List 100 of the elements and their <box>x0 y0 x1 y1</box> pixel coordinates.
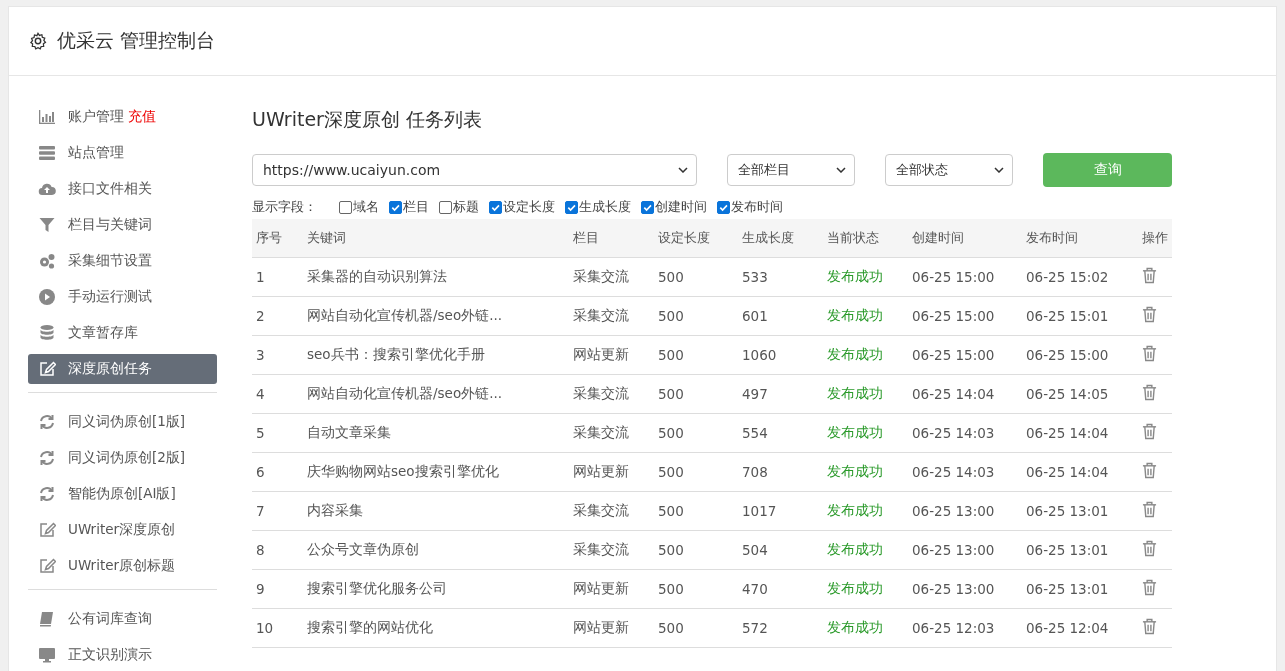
field-option: 生成长度 <box>579 198 631 216</box>
delete-icon[interactable] <box>1142 267 1157 284</box>
table-cell: 采集交流 <box>573 307 629 323</box>
delete-icon[interactable] <box>1142 345 1157 362</box>
delete-icon[interactable] <box>1142 501 1157 518</box>
delete-icon[interactable] <box>1142 618 1157 635</box>
table-cell: 采集器的自动识别算法 <box>307 268 447 284</box>
table-cell: 06-25 15:00 <box>912 308 995 324</box>
table-cell: 500 <box>658 620 684 636</box>
field-option: 域名 <box>353 198 379 216</box>
sidebar-item[interactable]: 账户管理 充值 <box>28 102 217 132</box>
field-option: 栏目 <box>403 198 429 216</box>
column-select[interactable]: 全部栏目 <box>727 154 855 186</box>
table-cell: 1017 <box>742 503 777 519</box>
refresh-icon <box>38 449 56 467</box>
table-cell: 06-25 15:00 <box>912 347 995 363</box>
checkbox[interactable] <box>439 200 452 214</box>
table-cell: 500 <box>658 386 684 402</box>
table-cell: 搜索引擎优化服务公司 <box>307 580 447 596</box>
table-cell: 500 <box>658 542 684 558</box>
table-cell: 4 <box>256 386 265 402</box>
table-cell: 06-25 13:01 <box>1026 542 1109 558</box>
delete-icon[interactable] <box>1142 579 1157 596</box>
table-cell: 06-25 13:00 <box>912 503 995 519</box>
table-cell: 06-25 13:01 <box>1026 581 1109 597</box>
sidebar-item[interactable]: 手动运行测试 <box>28 282 217 312</box>
sidebar-item[interactable]: 栏目与关键词 <box>28 210 217 240</box>
table-cell: 采集交流 <box>573 424 629 440</box>
checkbox[interactable] <box>489 200 502 214</box>
refresh-icon <box>38 413 56 431</box>
table-cell: 500 <box>658 464 684 480</box>
sidebar-item[interactable]: 采集细节设置 <box>28 246 217 276</box>
console-title: 优采云 管理控制台 <box>57 28 216 53</box>
sidebar-item[interactable]: 公有词库查询 <box>28 604 217 634</box>
table-cell: 06-25 15:00 <box>1026 347 1109 363</box>
table-cell: 06-25 14:03 <box>912 464 995 480</box>
table-cell: seo兵书：搜索引擎优化手册 <box>307 346 485 362</box>
table-cell: 网站自动化宣传机器/seo外链... <box>307 385 503 401</box>
table-cell: 6 <box>256 464 265 480</box>
database-icon <box>38 324 56 342</box>
checkbox[interactable] <box>641 200 654 214</box>
sidebar-item[interactable]: UWriter深度原创 <box>28 515 217 545</box>
status-text: 发布成功 <box>827 580 883 596</box>
sidebar-item[interactable]: 站点管理 <box>28 138 217 168</box>
status-text: 发布成功 <box>827 424 883 440</box>
field-option: 设定长度 <box>503 198 555 216</box>
sidebar-item[interactable]: 深度原创任务 <box>28 354 217 384</box>
table-cell: 搜索引擎的网站优化 <box>307 619 433 635</box>
fields-label: 显示字段： <box>252 198 317 216</box>
table-cell: 1 <box>256 269 265 285</box>
table-cell: 06-25 12:04 <box>1026 620 1109 636</box>
table-cell: 采集交流 <box>573 385 629 401</box>
table-cell: 10 <box>256 620 274 636</box>
sidebar-item[interactable]: UWriter原创标题 <box>28 551 217 581</box>
chevron-down-icon <box>836 167 846 173</box>
column-header: 创建时间 <box>911 229 965 247</box>
table-cell: 网站更新 <box>573 619 629 635</box>
column-header: 生成长度 <box>741 229 795 247</box>
table-cell: 内容采集 <box>307 502 363 518</box>
table-cell: 500 <box>658 503 684 519</box>
field-option: 标题 <box>453 198 479 216</box>
sidebar-item[interactable]: 智能伪原创[AI版] <box>28 479 217 509</box>
status-text: 发布成功 <box>827 502 883 518</box>
column-header: 序号 <box>255 229 283 247</box>
delete-icon[interactable] <box>1142 462 1157 479</box>
checkbox[interactable] <box>717 200 730 214</box>
table-cell: 2 <box>256 308 265 324</box>
status-text: 发布成功 <box>827 619 883 635</box>
checkbox[interactable] <box>389 200 402 214</box>
play-icon <box>38 288 56 306</box>
table-cell: 06-25 15:00 <box>912 269 995 285</box>
status-select[interactable]: 全部状态 <box>885 154 1013 186</box>
table-cell: 500 <box>658 269 684 285</box>
site-select[interactable]: https://www.ucaiyun.com <box>252 154 697 186</box>
sidebar-item[interactable]: 接口文件相关 <box>28 174 217 204</box>
column-header: 栏目 <box>572 229 600 247</box>
sidebar-item[interactable]: 正文识别演示 <box>28 640 217 670</box>
sidebar-item[interactable]: 文章暂存库 <box>28 318 217 348</box>
refresh-icon <box>38 485 56 503</box>
page-title: UWriter深度原创 任务列表 <box>252 107 483 132</box>
delete-icon[interactable] <box>1142 306 1157 323</box>
table-cell: 504 <box>742 542 768 558</box>
table-cell: 500 <box>658 581 684 597</box>
checkbox[interactable] <box>565 200 578 214</box>
delete-icon[interactable] <box>1142 423 1157 440</box>
recharge-link[interactable]: 充值 <box>128 108 156 126</box>
delete-icon[interactable] <box>1142 540 1157 557</box>
sidebar-item[interactable]: 同义词伪原创[2版] <box>28 443 217 473</box>
table-cell: 533 <box>742 269 768 285</box>
gears-icon <box>38 252 56 270</box>
table-cell: 采集交流 <box>573 502 629 518</box>
checkbox[interactable] <box>339 200 352 214</box>
edit-icon <box>38 360 56 378</box>
delete-icon[interactable] <box>1142 384 1157 401</box>
table-cell: 1060 <box>742 347 777 363</box>
table-cell: 06-25 14:04 <box>1026 425 1109 441</box>
column-header: 关键词 <box>306 229 347 247</box>
sidebar-item[interactable]: 同义词伪原创[1版] <box>28 407 217 437</box>
table-cell: 7 <box>256 503 265 519</box>
edit-icon <box>38 557 56 575</box>
